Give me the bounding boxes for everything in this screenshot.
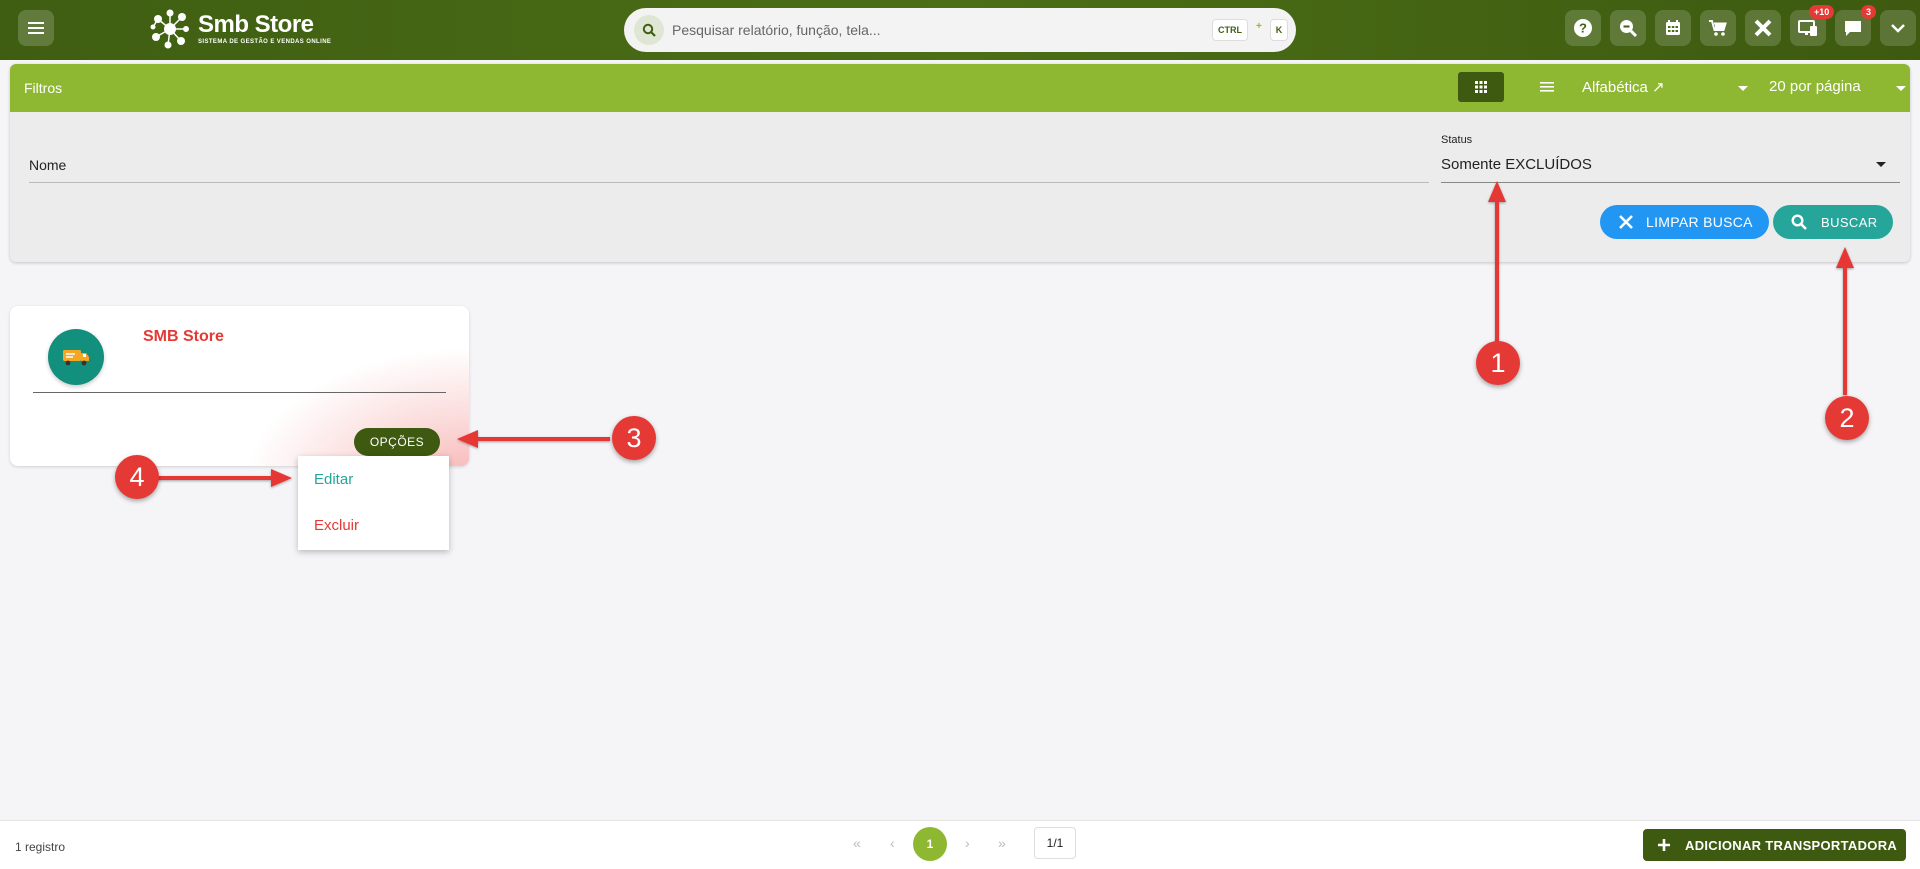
marker-3: 3: [612, 416, 656, 460]
arrow-2: [1836, 247, 1854, 395]
next-page-icon[interactable]: ›: [965, 835, 970, 851]
page-indicator[interactable]: 1/1: [1034, 827, 1076, 859]
marker-4: 4: [115, 455, 159, 499]
plus-icon: [1658, 839, 1670, 851]
annotation-arrows: [155, 181, 1854, 487]
marker-1: 1: [1476, 341, 1520, 385]
arrow-4: [155, 469, 292, 487]
current-page-button[interactable]: 1: [913, 827, 947, 861]
first-page-icon[interactable]: «: [853, 835, 861, 851]
footer-bar: 1 registro « ‹ 1 › » 1/1 ADICIONAR TRANS…: [0, 820, 1920, 869]
add-carrier-label: ADICIONAR TRANSPORTADORA: [1685, 837, 1898, 853]
add-carrier-button[interactable]: ADICIONAR TRANSPORTADORA: [1643, 829, 1906, 861]
last-page-icon[interactable]: »: [998, 835, 1006, 851]
record-count: 1 registro: [15, 840, 66, 854]
arrow-1: [1488, 181, 1506, 345]
prev-page-icon[interactable]: ‹: [890, 835, 895, 851]
arrow-3: [457, 430, 610, 448]
marker-2: 2: [1825, 396, 1869, 440]
